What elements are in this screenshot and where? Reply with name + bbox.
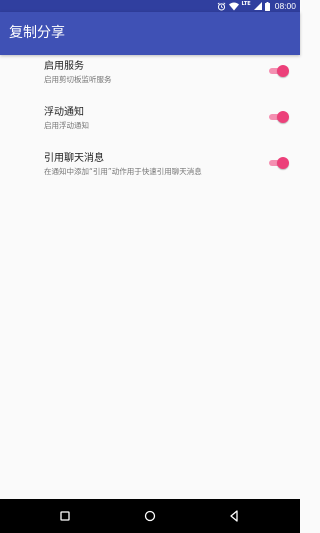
battery-icon <box>264 1 270 11</box>
status-clock: 08:00 <box>274 1 296 11</box>
status-bar: LTE 08:00 <box>0 0 300 12</box>
setting-quote-chat-message[interactable]: 引用聊天消息 在通知中添加“引用”动作用于快速引用聊天消息 <box>0 147 300 193</box>
setting-summary: 启用浮动通知 <box>44 121 89 130</box>
setting-title: 启用服务 <box>44 61 84 72</box>
settings-list: 启用服务 启用剪切板监听服务 浮动通知 启用浮动通知 引用聊天消息 在通知中添加… <box>0 55 300 193</box>
setting-title: 引用聊天消息 <box>44 153 104 164</box>
enable-service-toggle[interactable] <box>268 65 289 77</box>
setting-summary: 启用剪切板监听服务 <box>44 75 112 84</box>
wifi-icon <box>228 2 239 11</box>
navigation-bar <box>0 499 300 533</box>
app-bar: 复制分享 <box>0 12 300 55</box>
setting-floating-notification[interactable]: 浮动通知 启用浮动通知 <box>0 101 300 147</box>
toggle-thumb <box>277 157 289 169</box>
status-icons: LTE 08:00 <box>217 0 296 12</box>
recents-icon[interactable] <box>57 508 73 524</box>
toggle-thumb <box>277 65 289 77</box>
toggle-thumb <box>277 111 289 123</box>
back-icon[interactable] <box>226 508 242 524</box>
home-icon[interactable] <box>142 508 158 524</box>
setting-title: 浮动通知 <box>44 107 84 118</box>
setting-enable-service[interactable]: 启用服务 启用剪切板监听服务 <box>0 55 300 101</box>
alarm-icon <box>217 2 226 11</box>
floating-notification-toggle[interactable] <box>268 111 289 123</box>
quote-chat-message-toggle[interactable] <box>268 157 289 169</box>
network-type-label: LTE <box>241 1 251 7</box>
cellular-signal-icon <box>253 2 262 10</box>
setting-summary: 在通知中添加“引用”动作用于快速引用聊天消息 <box>44 167 202 176</box>
app-title: 复制分享 <box>9 25 65 41</box>
